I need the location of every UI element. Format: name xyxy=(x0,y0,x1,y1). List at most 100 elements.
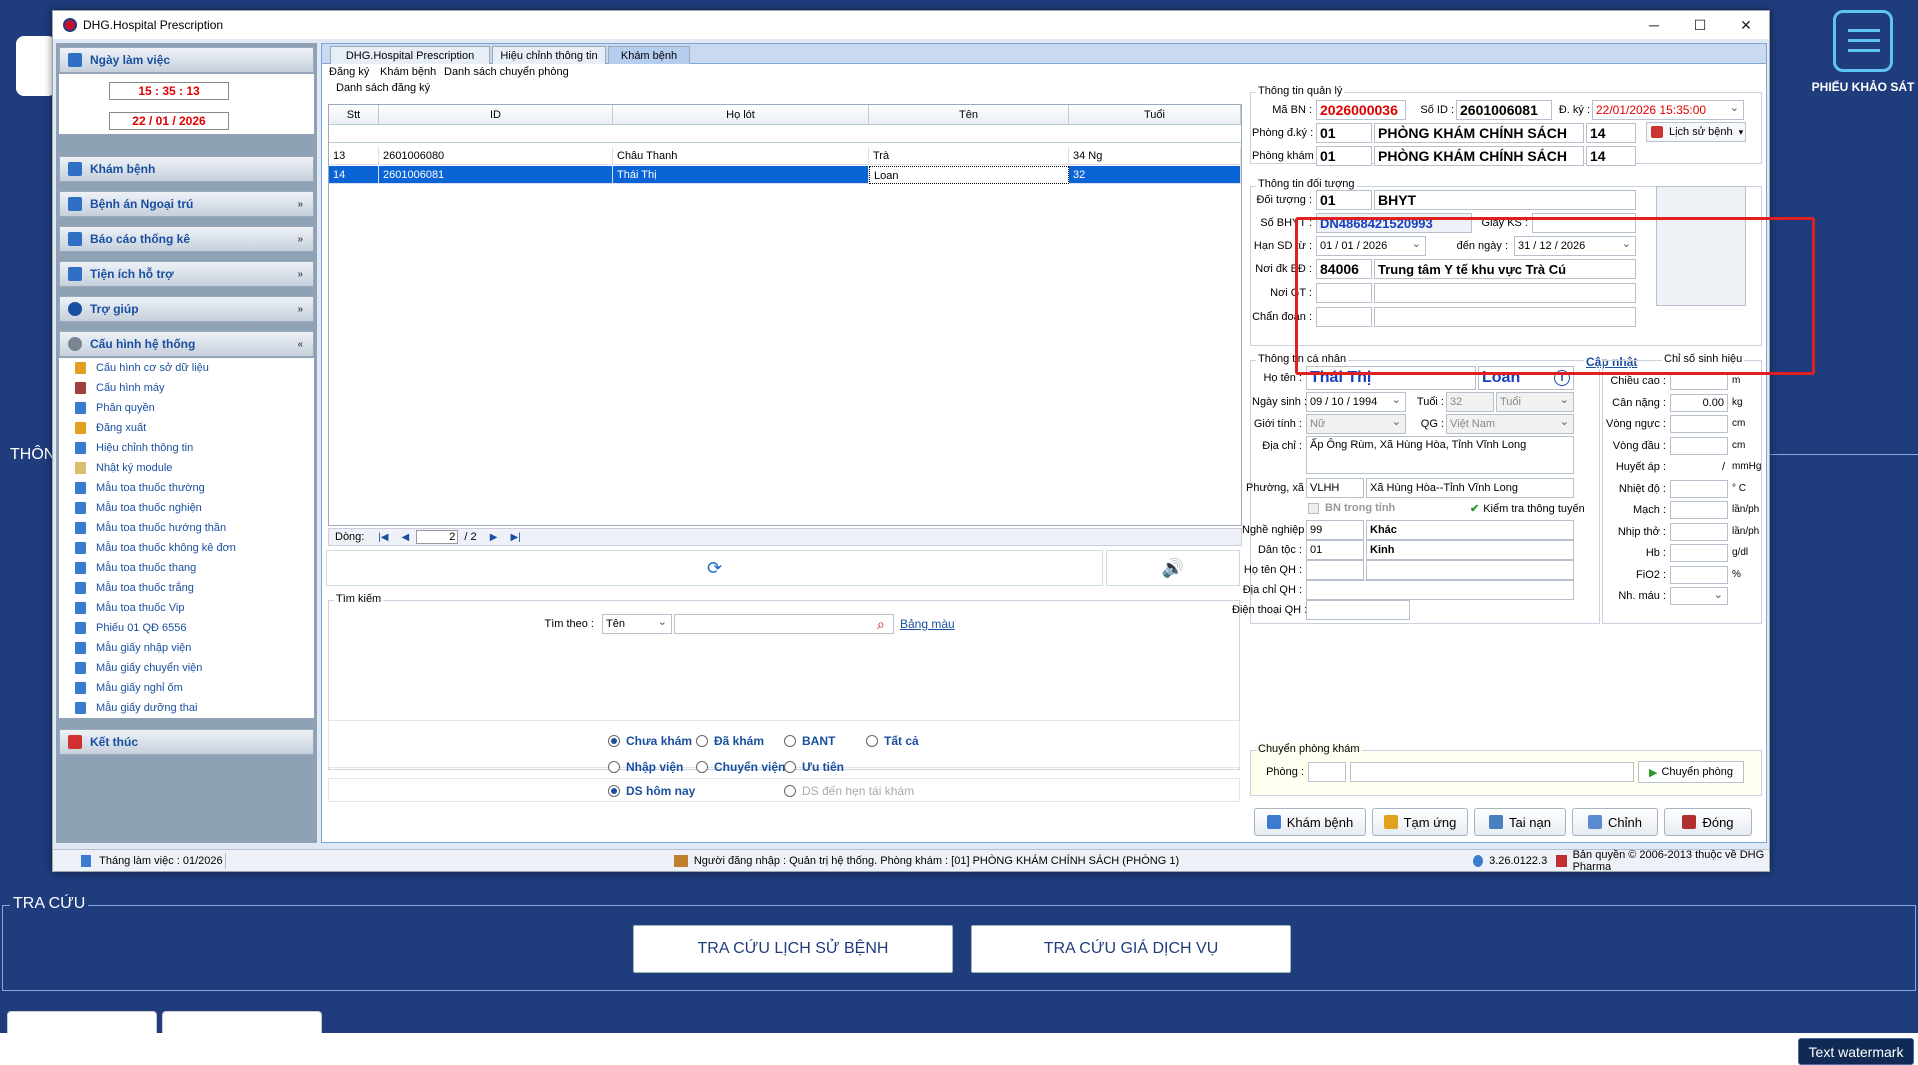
nghe-nghiep-code[interactable]: 99 xyxy=(1306,520,1364,540)
last-page-icon[interactable]: ▶| xyxy=(509,531,523,543)
lookup-history-button[interactable]: TRA CỨU LỊCH SỬ BỆNH xyxy=(633,925,953,973)
column-header-stt[interactable]: Stt xyxy=(329,105,379,125)
transfer-room-name[interactable] xyxy=(1350,762,1634,782)
menu-item-db-config[interactable]: Cấu hình cơ sở dữ liệu xyxy=(75,358,209,378)
menu-item-machine-config[interactable]: Cấu hình máy xyxy=(75,378,164,398)
dan-toc-code[interactable]: 01 xyxy=(1306,540,1364,560)
sidebar-section-kham-benh[interactable]: Khám bệnh xyxy=(59,156,314,182)
dia-chi-field[interactable]: Ấp Ông Rùm, Xã Hùng Hòa, Tỉnh Vĩnh Long xyxy=(1306,436,1574,474)
search-input[interactable] xyxy=(674,614,894,634)
tai-nan-button[interactable]: Tai nạn xyxy=(1474,808,1566,836)
so-id-field[interactable]: 2601006081 xyxy=(1456,100,1552,120)
menu-item-template-2[interactable]: Mẫu toa thuốc nghiện xyxy=(75,498,202,518)
dien-thoai-qh-field[interactable] xyxy=(1306,600,1410,620)
sidebar-section-tien-ich[interactable]: Tiện ích hỗ trợ» xyxy=(59,261,314,287)
transfer-room-code[interactable] xyxy=(1308,762,1346,782)
menu-item-sick-leave-form[interactable]: Mẫu giấy nghỉ ốm xyxy=(75,678,183,698)
tab-prescription[interactable]: DHG.Hospital Prescription xyxy=(330,46,490,64)
column-header-id[interactable]: ID xyxy=(379,105,613,125)
radio-nhap-vien[interactable]: Nhập viện xyxy=(608,760,683,774)
ma-bn-field[interactable]: 2026000036 xyxy=(1316,100,1406,120)
sidebar-section-benh-an[interactable]: Bệnh án Ngoại trú» xyxy=(59,191,314,217)
bn-trong-tinh-checkbox[interactable]: BN trong tỉnh xyxy=(1308,502,1395,514)
radio-ds-hom-nay[interactable]: DS hôm nay xyxy=(608,784,695,798)
tam-ung-button[interactable]: Tạm ứng xyxy=(1372,808,1468,836)
menu-item-edit-info[interactable]: Hiệu chỉnh thông tin xyxy=(75,438,193,458)
column-header-tuoi[interactable]: Tuổi xyxy=(1069,105,1241,125)
ngay-sinh-field[interactable]: 09 / 10 / 1994 xyxy=(1306,392,1406,412)
vital-field[interactable] xyxy=(1670,479,1728,498)
survey-button[interactable]: PHIẾU KHẢO SÁT xyxy=(1808,10,1918,94)
phong-kham-code[interactable]: 01 xyxy=(1316,146,1372,166)
menu-item-permissions[interactable]: Phân quyền xyxy=(75,398,155,418)
dia-chi-qh-field[interactable] xyxy=(1306,580,1574,600)
phong-dk-name[interactable]: PHÒNG KHÁM CHÍNH SÁCH xyxy=(1374,123,1584,143)
phong-dk-number[interactable]: 14 xyxy=(1586,123,1636,143)
radio-bant[interactable]: BANT xyxy=(784,734,835,748)
radio-chuyen-vien[interactable]: Chuyển viện xyxy=(696,760,785,774)
sidebar-section-bao-cao[interactable]: Báo cáo thống kê» xyxy=(59,226,314,252)
ho-ten-qh-field[interactable] xyxy=(1366,560,1574,580)
menu-item-form-01[interactable]: Phiếu 01 QĐ 6556 xyxy=(75,618,187,638)
dky-field[interactable]: 22/01/2026 15:35:00 xyxy=(1592,100,1744,120)
radio-chua-kham[interactable]: Chưa khám xyxy=(608,734,692,748)
menu-item-logout[interactable]: Đăng xuất xyxy=(75,418,146,438)
tuoi-field[interactable]: 32 xyxy=(1446,392,1494,412)
column-header-ho-lot[interactable]: Họ lót xyxy=(613,105,869,125)
search-by-select[interactable]: Tên xyxy=(602,614,672,634)
vital-field[interactable] xyxy=(1670,565,1728,584)
doi-tuong-code[interactable]: 01 xyxy=(1316,190,1372,210)
ho-ten-qh-code[interactable] xyxy=(1306,560,1364,580)
sidebar-section-tro-giup[interactable]: Trợ giúp» xyxy=(59,296,314,322)
radio-da-kham[interactable]: Đã khám xyxy=(696,734,764,748)
minimize-button[interactable]: ─ xyxy=(1631,11,1677,39)
vital-field[interactable] xyxy=(1670,415,1728,433)
phuong-xa-field[interactable]: Xã Hùng Hòa--Tỉnh Vĩnh Long xyxy=(1366,478,1574,498)
refresh-button[interactable]: ⟳ xyxy=(326,550,1103,586)
transfer-button[interactable]: ▶ Chuyển phòng xyxy=(1638,761,1744,783)
menu-item-template-3[interactable]: Mẫu toa thuốc hướng thần xyxy=(75,518,226,538)
dan-toc-field[interactable]: Kinh xyxy=(1366,540,1574,560)
vital-field[interactable] xyxy=(1670,501,1728,519)
subtab-transfer-list[interactable]: Danh sách chuyển phòng xyxy=(444,66,569,78)
vital-field[interactable] xyxy=(1670,587,1728,605)
sidebar-section-cau-hinh[interactable]: Cấu hình hệ thống « xyxy=(59,331,314,357)
kham-benh-button[interactable]: Khám bệnh xyxy=(1254,808,1366,836)
quoc-gia-select[interactable]: Việt Nam xyxy=(1446,414,1574,434)
prev-page-icon[interactable]: ◀ xyxy=(398,531,412,543)
subtab-examination[interactable]: Khám bệnh xyxy=(380,66,436,78)
first-page-icon[interactable]: |◀ xyxy=(376,531,390,543)
phong-kham-name[interactable]: PHÒNG KHÁM CHÍNH SÁCH xyxy=(1374,146,1584,166)
phong-kham-number[interactable]: 14 xyxy=(1586,146,1636,166)
color-legend-link[interactable]: Bảng màu xyxy=(900,617,955,631)
bottom-tab-1[interactable] xyxy=(7,1011,157,1035)
gioi-tinh-select[interactable]: Nữ xyxy=(1306,414,1406,434)
filter-row[interactable] xyxy=(329,125,1241,143)
column-header-ten[interactable]: Tên xyxy=(869,105,1069,125)
menu-item-admission-form[interactable]: Mẫu giấy nhập viện xyxy=(75,638,191,658)
search-icon[interactable]: ⌕ xyxy=(877,616,885,633)
menu-item-template-6[interactable]: Mẫu toa thuốc trắng xyxy=(75,578,194,598)
sidebar-work-day[interactable]: Ngày làm việc xyxy=(59,47,314,73)
vital-field[interactable] xyxy=(1670,544,1728,562)
page-input[interactable]: 2 xyxy=(416,530,459,544)
vital-field[interactable]: 0.00 xyxy=(1670,393,1728,412)
history-button[interactable]: Lịch sử bệnh ▾ xyxy=(1646,122,1746,142)
tab-examination[interactable]: Khám bệnh xyxy=(608,46,690,64)
nghe-nghiep-field[interactable]: Khác xyxy=(1366,520,1574,540)
tuoi-unit-select[interactable]: Tuổi xyxy=(1496,392,1574,412)
kiem-tra-thong-tuyen-checkbox[interactable]: ✔ Kiểm tra thông tuyến xyxy=(1470,502,1585,516)
chinh-button[interactable]: Chỉnh xyxy=(1572,808,1658,836)
next-page-icon[interactable]: ▶ xyxy=(487,531,501,543)
sidebar-exit[interactable]: Kết thúc xyxy=(59,729,314,755)
vital-field[interactable]: / xyxy=(1670,458,1728,476)
subtab-register[interactable]: Đăng ký xyxy=(329,66,369,78)
menu-item-maternity-form[interactable]: Mẫu giấy dưỡng thai xyxy=(75,698,197,718)
table-row[interactable]: 13 2601006080 Châu Thanh Trà 34 Ng xyxy=(329,147,1241,165)
speaker-button[interactable]: 🔊 xyxy=(1106,550,1240,586)
menu-item-template-1[interactable]: Mẫu toa thuốc thường xyxy=(75,478,205,498)
close-button[interactable]: ✕ xyxy=(1723,11,1769,39)
radio-tat-ca[interactable]: Tất cả xyxy=(866,734,919,748)
menu-item-transfer-form[interactable]: Mẫu giấy chuyển viện xyxy=(75,658,202,678)
lookup-price-button[interactable]: TRA CỨU GIÁ DỊCH VỤ xyxy=(971,925,1291,973)
